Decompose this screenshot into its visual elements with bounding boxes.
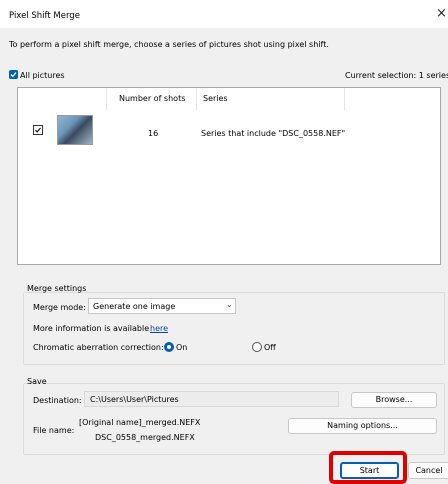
merge-settings-header: Merge settings	[27, 284, 87, 293]
merge-mode-label: Merge mode:	[33, 303, 86, 312]
ca-on-radio[interactable]	[164, 342, 174, 352]
file-name-template: [Original name]_merged.NEFX	[79, 418, 201, 427]
column-separator	[344, 88, 345, 110]
window-title: Pixel Shift Merge	[9, 11, 80, 21]
series-thumbnail[interactable]	[57, 115, 93, 145]
row-series-name: Series that include "DSC_0558.NEF"	[201, 129, 346, 138]
column-separator	[106, 88, 107, 110]
destination-value: C:\Users\User\Pictures	[90, 395, 179, 404]
row-checkbox[interactable]	[33, 125, 43, 135]
checkmark-icon	[10, 72, 17, 78]
series-list[interactable]: Number of shots Series	[17, 87, 441, 265]
instruction-text: To perform a pixel shift merge, choose a…	[9, 40, 329, 49]
ca-on-label: On	[176, 343, 188, 352]
column-header-shots[interactable]: Number of shots	[119, 88, 185, 110]
checkmark-icon	[35, 127, 41, 133]
highlight-box	[329, 451, 407, 484]
more-info-link[interactable]: here	[150, 324, 168, 333]
column-separator	[196, 88, 197, 110]
chevron-down-icon: ⌄	[226, 300, 233, 309]
all-pictures-label: All pictures	[20, 71, 65, 80]
file-name-label: File name:	[33, 426, 75, 435]
current-selection: Current selection: 1 series	[345, 71, 448, 80]
row-shots-count: 16	[148, 129, 159, 138]
cancel-button[interactable]: Cancel	[408, 462, 448, 479]
save-header: Save	[27, 377, 47, 386]
column-header-series[interactable]: Series	[203, 88, 228, 110]
destination-label: Destination:	[33, 396, 82, 405]
all-pictures-checkbox[interactable]	[9, 70, 18, 79]
ca-off-label: Off	[264, 343, 276, 352]
browse-button[interactable]: Browse...	[351, 392, 437, 408]
chromatic-aberration-label: Chromatic aberration correction:	[33, 343, 164, 352]
naming-options-button[interactable]: Naming options...	[288, 418, 437, 434]
more-info-text: More information is available	[33, 324, 150, 333]
ca-off-radio[interactable]	[252, 342, 262, 352]
file-name-example: DSC_0558_merged.NEFX	[95, 433, 195, 442]
merge-mode-value: Generate one image	[93, 302, 176, 311]
close-icon[interactable]: ×	[436, 7, 447, 20]
